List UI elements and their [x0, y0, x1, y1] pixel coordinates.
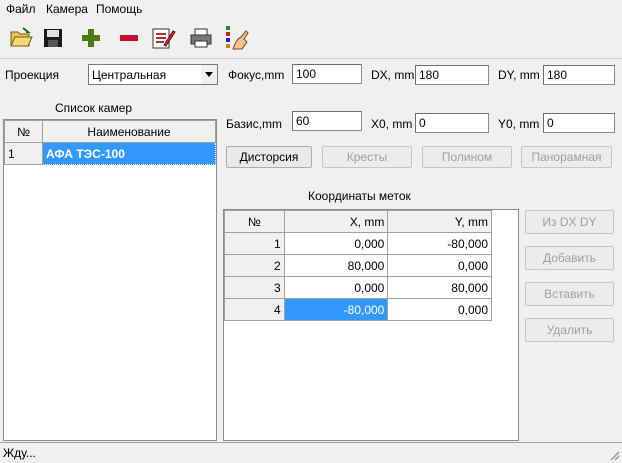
mark-x-selected[interactable]: -80,000	[283, 298, 389, 321]
mark-y[interactable]: 0,000	[387, 254, 492, 277]
camera-row-num: 1	[4, 142, 43, 165]
insert-mark-button[interactable]: Вставить	[525, 282, 614, 306]
mark-num: 2	[224, 254, 285, 277]
distortion-button[interactable]: Дисторсия	[226, 146, 312, 168]
from-dxdy-button[interactable]: Из DX DY	[525, 210, 614, 234]
menu-bar: Файл Камера Помощь	[0, 0, 622, 18]
marks-title: Координаты меток	[308, 189, 411, 203]
mark-num: 1	[224, 232, 285, 255]
add-icon[interactable]	[76, 23, 106, 53]
y0-field[interactable]: 0	[543, 113, 615, 133]
resize-grip-icon[interactable]	[608, 449, 620, 461]
projection-value: Центральная	[92, 68, 167, 82]
menu-help[interactable]: Помощь	[96, 2, 142, 16]
dy-label: DY, mm	[498, 68, 540, 82]
print-icon[interactable]	[186, 23, 216, 53]
column-header-x: X, mm	[283, 210, 389, 233]
open-folder-icon[interactable]	[6, 23, 36, 53]
toolbar	[0, 18, 622, 59]
focus-label: Фокус,mm	[228, 68, 285, 82]
camera-list-header: № Наименование	[4, 120, 216, 143]
marks-grid: № X, mm Y, mm 1 0,000 -80,000 2 80,000 0…	[223, 209, 519, 441]
table-row[interactable]: 1 0,000 -80,000	[224, 232, 492, 255]
report-hand-icon[interactable]	[222, 23, 252, 53]
mark-num: 4	[224, 298, 285, 321]
table-row[interactable]: 4 -80,000 0,000	[224, 298, 492, 321]
mark-num: 3	[224, 276, 285, 299]
column-header-y: Y, mm	[387, 210, 492, 233]
table-row[interactable]: 1 АФА ТЭС-100	[4, 142, 216, 165]
mark-y[interactable]: 80,000	[387, 276, 492, 299]
projection-label: Проекция	[5, 68, 59, 82]
add-mark-button[interactable]: Добавить	[525, 246, 614, 270]
y0-label: Y0, mm	[498, 117, 540, 131]
dx-field[interactable]: 180	[415, 65, 489, 85]
mark-y[interactable]: 0,000	[387, 298, 492, 321]
column-header-num: №	[4, 120, 43, 143]
marks-header: № X, mm Y, mm	[224, 210, 492, 233]
basis-label: Базис,mm	[226, 117, 282, 131]
camera-row-name[interactable]: АФА ТЭС-100	[42, 142, 216, 165]
camera-list-title: Список камер	[55, 101, 133, 115]
column-header-name: Наименование	[42, 120, 216, 143]
polynom-button[interactable]: Полином	[422, 146, 512, 168]
x0-label: X0, mm	[371, 117, 413, 131]
mark-x[interactable]: 0,000	[283, 276, 389, 299]
crosses-button[interactable]: Кресты	[322, 146, 412, 168]
focus-field[interactable]: 100	[292, 64, 362, 84]
mark-x[interactable]: 80,000	[283, 254, 389, 277]
mark-x[interactable]: 0,000	[283, 232, 389, 255]
basis-field[interactable]: 60	[292, 111, 362, 131]
dy-field[interactable]: 180	[543, 65, 615, 85]
x0-field[interactable]: 0	[415, 113, 489, 133]
panoramic-button[interactable]: Панорамная	[521, 146, 612, 168]
dx-label: DX, mm	[371, 68, 415, 82]
status-bar: Жду...	[0, 442, 622, 463]
projection-select[interactable]: Центральная	[88, 64, 218, 85]
table-row[interactable]: 3 0,000 80,000	[224, 276, 492, 299]
camera-list: № Наименование 1 АФА ТЭС-100	[3, 119, 217, 441]
edit-document-icon[interactable]	[148, 23, 178, 53]
status-text: Жду...	[3, 446, 36, 460]
menu-camera[interactable]: Камера	[46, 2, 88, 16]
chevron-down-icon[interactable]	[201, 65, 217, 84]
table-row[interactable]: 2 80,000 0,000	[224, 254, 492, 277]
mark-y[interactable]: -80,000	[387, 232, 492, 255]
remove-icon[interactable]	[114, 23, 144, 53]
menu-file[interactable]: Файл	[6, 2, 36, 16]
save-icon[interactable]	[38, 23, 68, 53]
column-header-num: №	[224, 210, 285, 233]
delete-mark-button[interactable]: Удалить	[525, 318, 614, 342]
